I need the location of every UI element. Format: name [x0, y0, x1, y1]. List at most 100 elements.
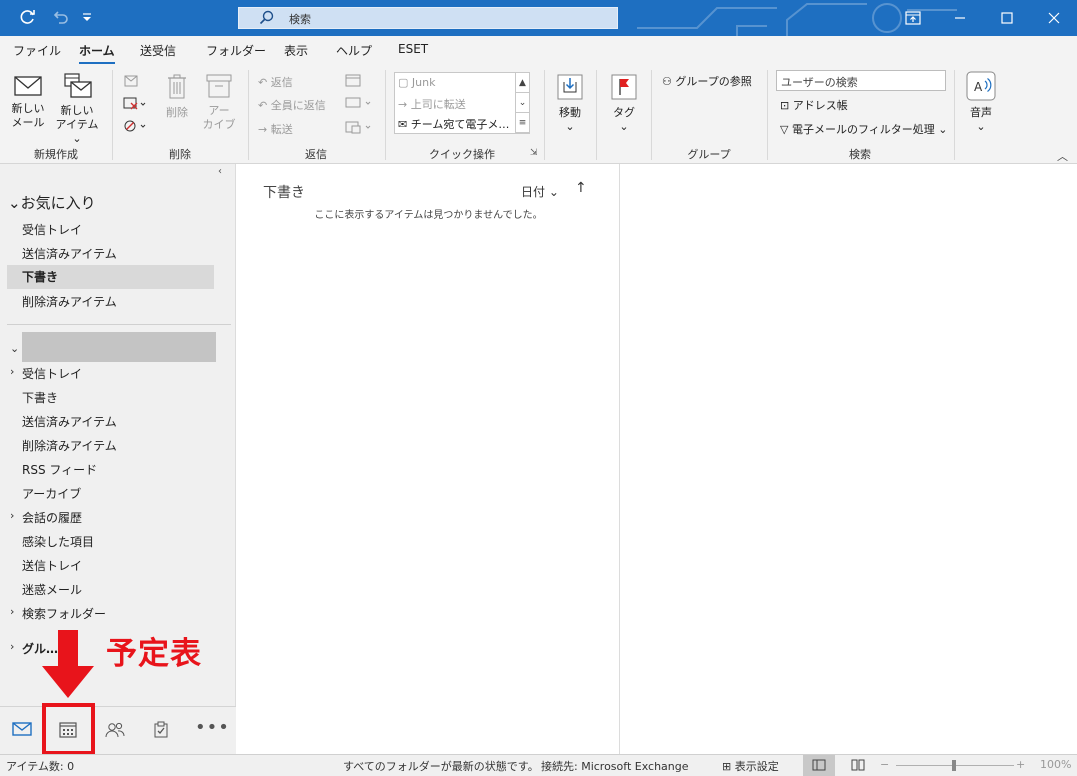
tab-folder[interactable]: フォルダー: [206, 42, 266, 59]
folder-archive[interactable]: アーカイブ: [22, 485, 81, 502]
scroll-down-icon[interactable]: ⌄: [516, 93, 529, 113]
sort-by-date-button[interactable]: 日付 ⌄: [521, 183, 559, 200]
favorite-drafts[interactable]: 下書き: [7, 265, 214, 289]
close-icon[interactable]: [1031, 0, 1077, 36]
new-mail-label-1: 新しい: [11, 102, 45, 115]
group-label-groups: グループ: [687, 148, 731, 161]
delete-button[interactable]: 削除: [160, 72, 194, 120]
favorite-deleted-items[interactable]: 削除済みアイテム: [22, 293, 117, 310]
group-label-respond: 返信: [305, 148, 327, 161]
quick-steps-gallery[interactable]: ▢ Junk → 上司に転送 ✉ チーム宛て電子メ… ▲ ⌄ ≡: [394, 72, 530, 134]
dialog-launcher-icon[interactable]: ⇲: [530, 148, 538, 158]
normal-view-icon: [812, 759, 826, 771]
svg-text:A: A: [974, 80, 983, 94]
account-name-redacted[interactable]: [22, 332, 216, 362]
favorite-inbox[interactable]: 受信トレイ: [22, 221, 82, 238]
user-search-input[interactable]: ユーザーの検索: [776, 70, 946, 91]
tab-help[interactable]: ヘルプ: [336, 42, 372, 59]
ribbon-separator: [651, 70, 652, 160]
speech-label: 音声: [970, 106, 992, 119]
browse-groups-button[interactable]: ⚇ グループの参照: [662, 73, 752, 89]
forward-button[interactable]: → 転送: [258, 121, 293, 137]
sort-direction-arrow-icon[interactable]: ↑: [575, 180, 587, 196]
chevron-right-icon[interactable]: ›: [10, 365, 14, 378]
move-folder-icon: [557, 74, 583, 100]
folder-outbox[interactable]: 送信トレイ: [22, 557, 82, 574]
minimize-icon[interactable]: [937, 0, 983, 36]
move-button[interactable]: 移動 ⌄: [552, 72, 588, 134]
chevron-right-icon[interactable]: ›: [10, 605, 14, 618]
folder-drafts[interactable]: 下書き: [22, 389, 58, 406]
address-book-button[interactable]: ⊡ アドレス帳: [780, 97, 848, 113]
mail-icon[interactable]: [10, 721, 34, 743]
new-item-label-2: アイテム ⌄: [55, 118, 99, 145]
folder-search-folders[interactable]: 検索フォルダー: [22, 605, 106, 622]
people-icon[interactable]: [103, 721, 127, 743]
ribbon-separator: [385, 70, 386, 160]
zoom-slider-thumb[interactable]: [952, 760, 956, 771]
undo-icon[interactable]: [50, 8, 70, 28]
quickstep-junk[interactable]: ▢ Junk: [398, 76, 435, 89]
tab-file[interactable]: ファイル: [13, 42, 61, 59]
collapse-ribbon-icon[interactable]: ︿: [1057, 148, 1068, 164]
tab-home[interactable]: ホーム: [79, 42, 115, 64]
folder-junk-email[interactable]: 迷惑メール: [22, 581, 82, 598]
reading-pane: [621, 164, 1077, 754]
new-item-button[interactable]: 新しい アイテム ⌄: [52, 72, 102, 146]
chevron-right-icon[interactable]: ›: [10, 509, 14, 522]
tab-send-receive[interactable]: 送受信: [140, 42, 176, 59]
im-icon[interactable]: [344, 95, 374, 114]
new-mail-button[interactable]: 新しい メール: [8, 74, 48, 130]
zoom-level: 100%: [1040, 758, 1072, 771]
navigation-bar: •••: [0, 706, 236, 754]
archive-button[interactable]: アー カイブ: [200, 72, 238, 132]
folder-conversation-history[interactable]: 会話の履歴: [22, 509, 82, 526]
reading-view-icon[interactable]: [851, 758, 865, 775]
quickstep-team-email[interactable]: ✉ チーム宛て電子メ…: [398, 116, 509, 132]
maximize-icon[interactable]: [984, 0, 1030, 36]
normal-view-button[interactable]: [803, 755, 835, 776]
sync-status: すべてのフォルダーが最新の状態です。: [343, 760, 539, 773]
more-respond-icon[interactable]: [344, 119, 374, 138]
reply-all-button[interactable]: ↶ 全員に返信: [258, 97, 326, 113]
scroll-up-icon[interactable]: ▲: [516, 73, 529, 93]
flag-icon: [611, 74, 637, 100]
folder-sent-items[interactable]: 送信済みアイテム: [22, 413, 117, 430]
junk-icon[interactable]: [122, 118, 146, 137]
reply-button[interactable]: ↶ 返信: [258, 74, 293, 90]
zoom-out-icon[interactable]: −: [880, 758, 889, 771]
more-icon[interactable]: •••: [195, 717, 229, 739]
folder-deleted-items[interactable]: 削除済みアイテム: [22, 437, 117, 454]
connection-status: 接続先: Microsoft Exchange: [541, 760, 689, 773]
collapse-folder-pane-icon[interactable]: ‹: [218, 166, 222, 177]
expand-gallery-icon[interactable]: ≡: [516, 113, 529, 133]
view-settings-button[interactable]: ⊞ 表示設定: [722, 758, 779, 774]
customize-icon[interactable]: [77, 8, 97, 28]
speech-dropdown-icon: ⌄: [976, 120, 986, 133]
quick-steps-scroll[interactable]: ▲ ⌄ ≡: [515, 73, 529, 133]
folder-inbox[interactable]: 受信トレイ: [22, 365, 82, 382]
favorite-sent-items[interactable]: 送信済みアイテム: [22, 245, 117, 262]
new-items-icon: [64, 73, 92, 98]
tags-button[interactable]: タグ ⌄: [606, 72, 642, 134]
restore-view-icon[interactable]: [890, 0, 936, 36]
refresh-icon[interactable]: [18, 8, 38, 28]
search-input[interactable]: 検索: [238, 7, 618, 29]
tab-eset[interactable]: ESET: [398, 42, 428, 56]
folder-infected-items[interactable]: 感染した項目: [22, 533, 94, 550]
message-list: 下書き 日付 ⌄ ↑ ここに表示するアイテムは見つかりませんでした。: [237, 164, 620, 754]
zoom-in-icon[interactable]: +: [1016, 758, 1025, 771]
quickstep-to-manager[interactable]: → 上司に転送: [398, 96, 466, 112]
meeting-icon[interactable]: [344, 72, 362, 91]
filter-email-button[interactable]: ▽ 電子メールのフィルター処理 ⌄: [780, 121, 947, 137]
cleanup-icon[interactable]: [122, 96, 146, 115]
account-chevron-down-icon[interactable]: ⌄: [10, 342, 19, 355]
chevron-right-icon[interactable]: ›: [10, 640, 14, 653]
speech-button[interactable]: A 音声 ⌄: [962, 70, 1000, 134]
ribbon-separator: [112, 70, 113, 160]
tab-view[interactable]: 表示: [284, 42, 308, 59]
tasks-icon[interactable]: [149, 721, 173, 743]
ignore-icon[interactable]: [122, 74, 140, 93]
folder-rss-feeds[interactable]: RSS フィード: [22, 461, 97, 478]
favorites-header[interactable]: ⌄お気に入り: [8, 192, 96, 213]
